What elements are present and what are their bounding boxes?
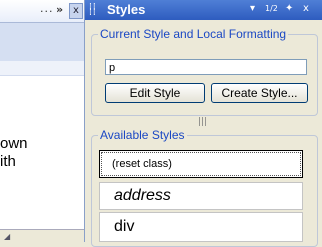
- style-item-address[interactable]: address: [99, 182, 303, 210]
- document-text-line: ith: [0, 153, 16, 170]
- style-item-reset-class[interactable]: (reset class): [99, 150, 303, 178]
- create-style-button[interactable]: Create Style...: [211, 83, 308, 103]
- document-tab-strip: ... » x: [0, 0, 84, 23]
- document-text[interactable]: own ith: [0, 135, 28, 171]
- drag-grip-icon[interactable]: ⁞⁞ ⁞⁞: [89, 3, 99, 18]
- current-style-group-label: Current Style and Local Formatting: [98, 27, 289, 41]
- close-icon[interactable]: x: [69, 3, 83, 19]
- current-style-group: [91, 34, 318, 116]
- chevron-right-icon[interactable]: »: [56, 3, 63, 16]
- available-styles-group-label: Available Styles: [98, 128, 187, 142]
- document-toolbar-band: [0, 23, 84, 61]
- splitter-grip[interactable]: |||: [198, 117, 207, 127]
- close-icon[interactable]: x: [303, 3, 309, 14]
- resize-grip-icon[interactable]: ◢: [4, 232, 10, 241]
- styles-panel-titlebar[interactable]: ⁞⁞ ⁞⁞ Styles ▾ 1/2 ✦ x: [85, 0, 322, 20]
- tab-overflow-button[interactable]: ...: [40, 2, 54, 15]
- document-status-strip: ◢: [0, 229, 84, 242]
- styles-panel: ⁞⁞ ⁞⁞ Styles ▾ 1/2 ✦ x Current Style and …: [85, 0, 322, 247]
- pin-icon[interactable]: ✦: [285, 3, 293, 14]
- edit-style-button[interactable]: Edit Style: [105, 83, 205, 103]
- style-item-div[interactable]: div: [99, 212, 303, 242]
- panel-title: Styles: [107, 2, 146, 17]
- document-pane: ... » x own ith ◢: [0, 0, 85, 242]
- document-text-line: own: [0, 135, 28, 152]
- document-ruler: [0, 61, 84, 76]
- dropdown-arrow-icon[interactable]: ▾: [250, 3, 255, 14]
- current-style-field: p: [105, 59, 307, 75]
- page-indicator[interactable]: 1/2: [265, 4, 278, 13]
